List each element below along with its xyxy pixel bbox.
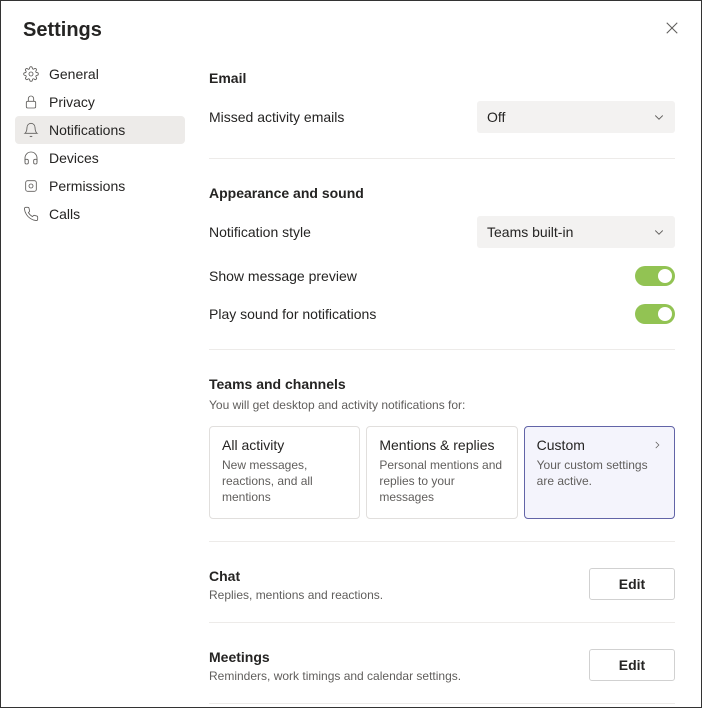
meetings-edit-button[interactable]: Edit <box>589 649 675 681</box>
chat-desc: Replies, mentions and reactions. <box>209 588 383 602</box>
card-desc: New messages, reactions, and all mention… <box>222 457 347 506</box>
chevron-down-icon <box>653 226 665 238</box>
sidebar-item-label: Devices <box>49 150 99 166</box>
sidebar-item-permissions[interactable]: Permissions <box>15 172 185 200</box>
divider <box>209 158 675 159</box>
phone-icon <box>23 206 39 222</box>
notification-style-dropdown[interactable]: Teams built-in <box>477 216 675 248</box>
content-area: Email Missed activity emails Off Appeara… <box>193 52 701 708</box>
sidebar-item-label: Calls <box>49 206 80 222</box>
card-title-text: Mentions & replies <box>379 437 494 453</box>
sidebar-item-notifications[interactable]: Notifications <box>15 116 185 144</box>
sidebar-item-label: General <box>49 66 99 82</box>
lock-icon <box>23 94 39 110</box>
sidebar-item-label: Privacy <box>49 94 95 110</box>
meetings-title: Meetings <box>209 649 461 665</box>
section-teams-heading: Teams and channels <box>209 376 675 392</box>
card-all-activity[interactable]: All activity New messages, reactions, an… <box>209 426 360 519</box>
page-title: Settings <box>23 19 102 42</box>
meetings-desc: Reminders, work timings and calendar set… <box>209 669 461 683</box>
message-preview-toggle[interactable] <box>635 266 675 286</box>
card-desc: Personal mentions and replies to your me… <box>379 457 504 506</box>
key-icon <box>23 178 39 194</box>
chevron-right-icon <box>652 440 662 450</box>
sidebar-item-label: Permissions <box>49 178 125 194</box>
section-teams-sub: You will get desktop and activity notifi… <box>209 398 675 412</box>
dropdown-value: Off <box>487 109 505 125</box>
card-title-text: All activity <box>222 437 284 453</box>
sidebar-item-privacy[interactable]: Privacy <box>15 88 185 116</box>
play-sound-toggle[interactable] <box>635 304 675 324</box>
play-sound-label: Play sound for notifications <box>209 306 376 322</box>
card-mentions-replies[interactable]: Mentions & replies Personal mentions and… <box>366 426 517 519</box>
sidebar-item-calls[interactable]: Calls <box>15 200 185 228</box>
sidebar-item-devices[interactable]: Devices <box>15 144 185 172</box>
notification-style-label: Notification style <box>209 224 311 240</box>
sidebar-item-general[interactable]: General <box>15 60 185 88</box>
divider <box>209 349 675 350</box>
divider <box>209 622 675 623</box>
sidebar-item-label: Notifications <box>49 122 125 138</box>
gear-icon <box>23 66 39 82</box>
chat-edit-button[interactable]: Edit <box>589 568 675 600</box>
divider <box>209 541 675 542</box>
card-title-text: Custom <box>537 437 585 453</box>
bell-icon <box>23 122 39 138</box>
dropdown-value: Teams built-in <box>487 224 573 240</box>
close-icon[interactable] <box>663 19 681 40</box>
card-desc: Your custom settings are active. <box>537 457 662 489</box>
message-preview-label: Show message preview <box>209 268 357 284</box>
sidebar: General Privacy Notifications Devices Pe… <box>1 52 193 708</box>
section-email-heading: Email <box>209 70 675 86</box>
card-custom[interactable]: Custom Your custom settings are active. <box>524 426 675 519</box>
chat-title: Chat <box>209 568 383 584</box>
missed-emails-dropdown[interactable]: Off <box>477 101 675 133</box>
headphones-icon <box>23 150 39 166</box>
divider <box>209 703 675 704</box>
chevron-down-icon <box>653 111 665 123</box>
section-appearance-heading: Appearance and sound <box>209 185 675 201</box>
missed-emails-label: Missed activity emails <box>209 109 344 125</box>
